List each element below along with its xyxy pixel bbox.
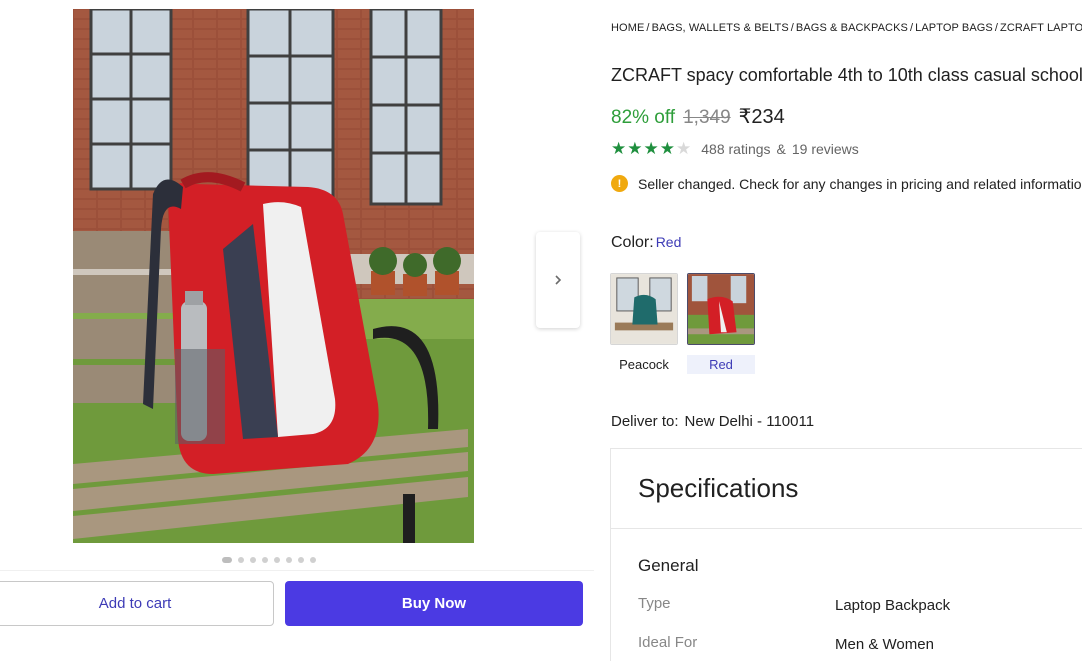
swatch-thumbnail	[610, 273, 678, 345]
spec-key: Type	[638, 595, 671, 612]
ratings-count[interactable]: 488 ratings	[701, 141, 770, 157]
spec-section-title: General	[638, 556, 699, 575]
color-label: Color: Red	[611, 234, 681, 252]
star-icon: ★	[659, 139, 675, 158]
buy-now-button[interactable]: Buy Now	[285, 581, 583, 626]
color-swatch-red[interactable]: Red	[687, 273, 755, 374]
seller-notice: ! Seller changed. Check for any changes …	[611, 175, 1082, 192]
gallery-dot[interactable]	[274, 557, 280, 563]
swatch-label: Peacock	[619, 357, 669, 372]
gallery-dot[interactable]	[310, 557, 316, 563]
chevron-right-icon	[555, 275, 562, 285]
product-image[interactable]	[73, 9, 474, 543]
specifications-card: Specifications General Type Laptop Backp…	[610, 448, 1082, 661]
reviews-count[interactable]: 19 reviews	[792, 141, 859, 157]
action-bar: Add to cart Buy Now	[0, 570, 594, 636]
delivery-label: Deliver to:	[611, 413, 679, 430]
next-image-button[interactable]	[536, 232, 580, 328]
spec-value: Laptop Backpack	[835, 597, 951, 614]
gallery-dot[interactable]	[298, 557, 304, 563]
star-icon: ★	[627, 139, 643, 158]
seller-notice-text: Seller changed. Check for any changes in…	[638, 175, 1082, 192]
original-price: 1,349	[683, 107, 731, 128]
star-icon: ★	[643, 139, 659, 158]
swatch-label: Red	[687, 355, 755, 374]
gallery-dot[interactable]	[262, 557, 268, 563]
breadcrumb-item[interactable]: HOME	[611, 22, 644, 34]
gallery-dot[interactable]	[222, 557, 232, 563]
info-icon: !	[611, 175, 628, 192]
gallery-dot[interactable]	[238, 557, 244, 563]
add-to-cart-button[interactable]: Add to cart	[0, 581, 274, 626]
ratings-separator: &	[776, 140, 786, 157]
gallery-dot[interactable]	[250, 557, 256, 563]
selected-color: Red	[655, 234, 682, 250]
rating-stars: ★ ★ ★ ★ ★	[611, 140, 691, 157]
delivery-location[interactable]: New Delhi - 110011	[685, 413, 815, 430]
star-icon: ★	[611, 139, 627, 158]
selling-price: ₹234	[738, 106, 785, 128]
swatch-thumbnail	[687, 273, 755, 345]
product-page: Add to cart Buy Now HOME / BAGS, WALLETS &…	[0, 0, 1082, 661]
product-title: ZCRAFT spacy comfortable 4th to 10th cla…	[611, 65, 1082, 85]
rating-row: ★ ★ ★ ★ ★ 488 ratings & 19 reviews	[611, 140, 859, 157]
delivery-info: Deliver to: New Delhi - 110011	[611, 413, 814, 430]
spec-value: Men & Women	[835, 636, 934, 653]
gallery-dot[interactable]	[286, 557, 292, 563]
breadcrumb-item[interactable]: BAGS, WALLETS & BELTS	[652, 22, 789, 34]
color-label-text: Color:	[611, 234, 654, 251]
discount-percent: 82% off	[611, 107, 676, 128]
price-row: 82% off 1,349 ₹234	[611, 104, 785, 129]
specifications-heading: Specifications	[611, 449, 1082, 529]
breadcrumb-item[interactable]: ZCRAFT LAPTOP BAGS	[1000, 22, 1082, 34]
spec-key: Ideal For	[638, 634, 698, 651]
color-swatch-peacock[interactable]: Peacock	[610, 273, 678, 374]
breadcrumb: HOME / BAGS, WALLETS & BELTS / BAGS & BACKPA…	[611, 22, 1082, 34]
breadcrumb-item[interactable]: BAGS & BACKPACKS	[796, 22, 908, 34]
gallery-dots	[222, 556, 316, 564]
breadcrumb-item[interactable]: LAPTOP BAGS	[915, 22, 993, 34]
star-empty-icon: ★	[676, 139, 692, 158]
